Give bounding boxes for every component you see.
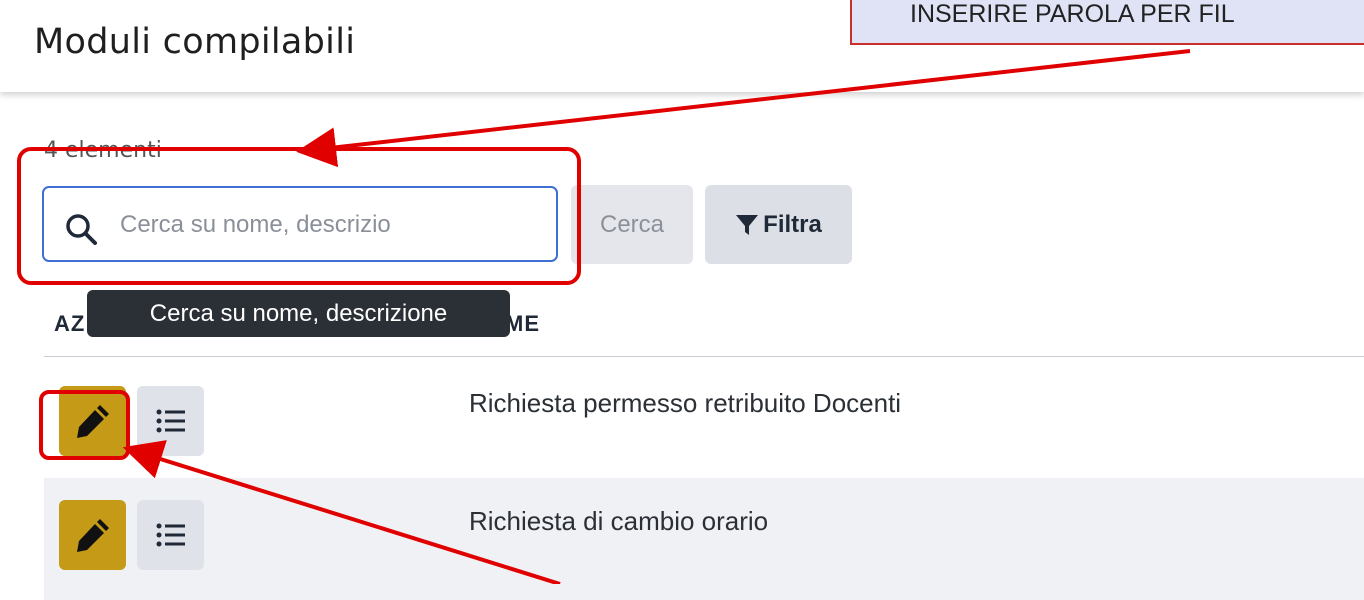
edit-button[interactable] xyxy=(59,500,126,570)
annotation-callout: INSERIRE PAROLA PER FIL xyxy=(850,0,1364,45)
list-icon xyxy=(156,409,185,433)
search-tooltip: Cerca su nome, descrizione xyxy=(87,290,510,337)
search-button[interactable]: Cerca xyxy=(571,185,693,264)
column-header-actions: AZ xyxy=(54,311,86,336)
row-title[interactable]: Richiesta di cambio orario xyxy=(469,506,768,537)
table-row: Richiesta di cambio orario xyxy=(44,478,1364,600)
edit-highlight-box xyxy=(39,390,130,460)
search-button-label: Cerca xyxy=(599,210,665,238)
search-highlight-box xyxy=(17,147,581,285)
page-title: Moduli compilabili xyxy=(34,22,356,62)
column-header-name: ME xyxy=(505,311,540,336)
annotation-callout-text: INSERIRE PAROLA PER FIL xyxy=(910,0,1235,28)
list-icon xyxy=(156,523,185,547)
details-button[interactable] xyxy=(137,386,204,456)
filter-icon xyxy=(736,214,759,235)
details-button[interactable] xyxy=(137,500,204,570)
pencil-icon xyxy=(76,519,109,552)
table-row: Richiesta permesso retribuito Docenti xyxy=(44,357,1364,479)
row-title[interactable]: Richiesta permesso retribuito Docenti xyxy=(469,388,901,419)
filter-button[interactable]: Filtra xyxy=(705,185,852,264)
filter-button-label: Filtra xyxy=(763,210,822,238)
